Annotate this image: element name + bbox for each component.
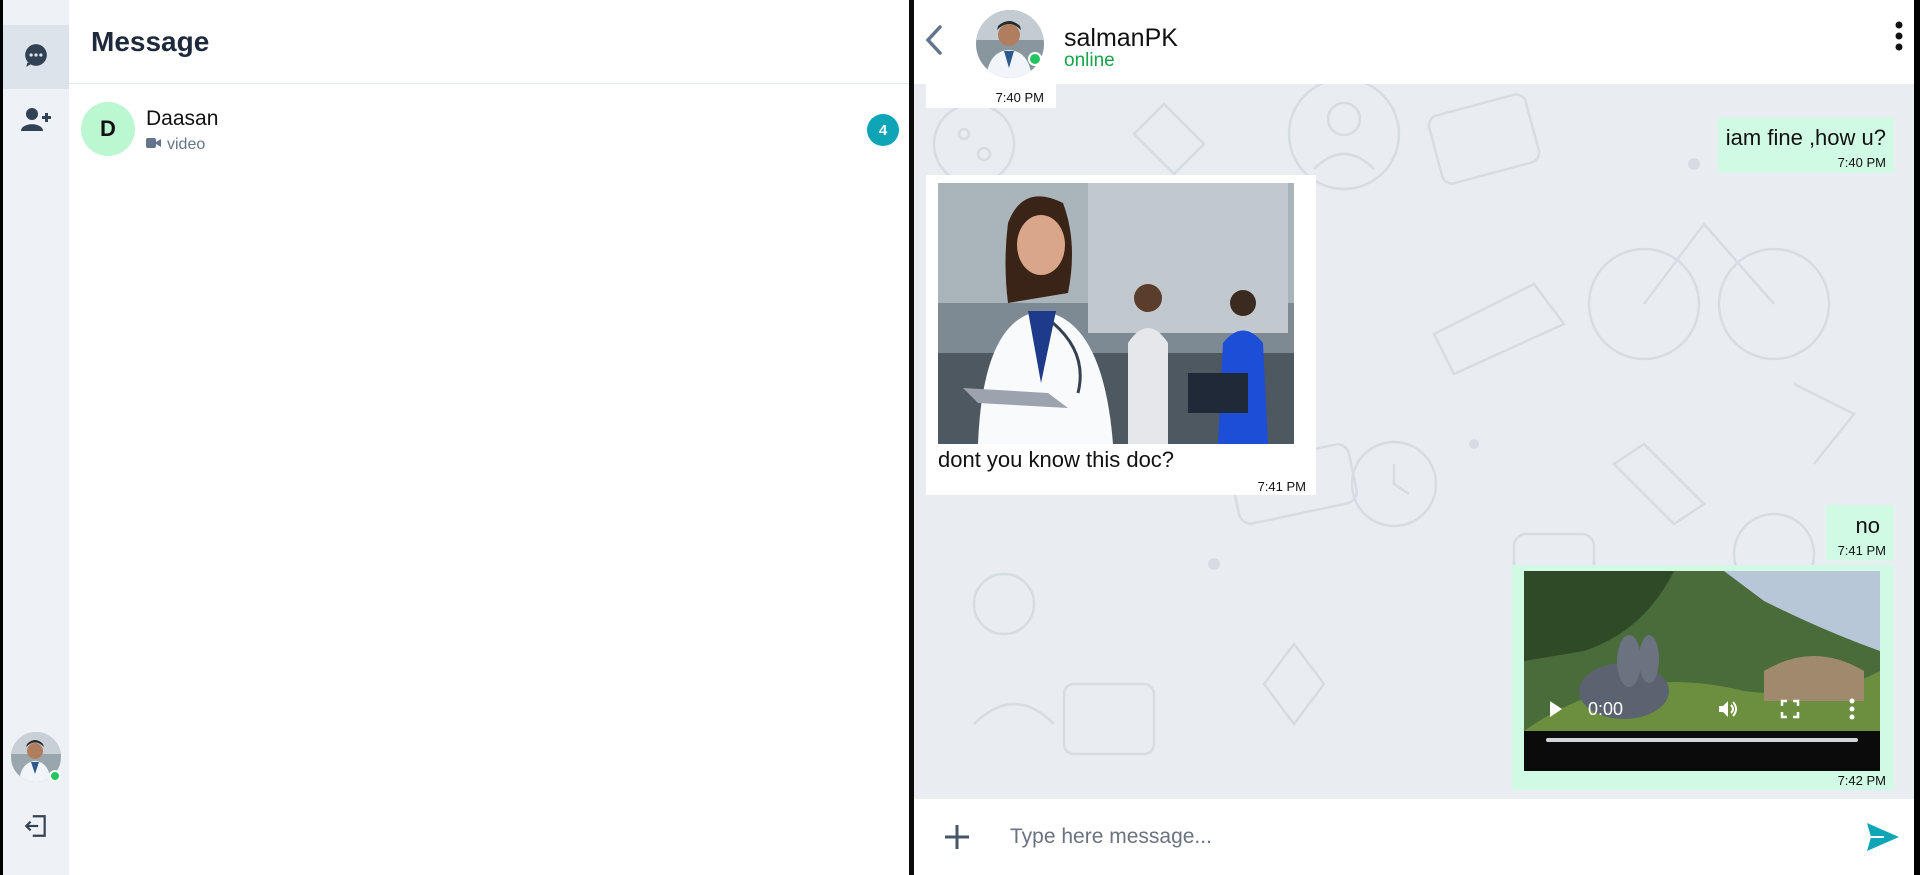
video-icon (146, 136, 161, 154)
message-input[interactable] (1010, 817, 1770, 857)
more-options-icon[interactable] (1894, 20, 1904, 57)
message-outgoing-video[interactable]: 0:00 7:42 PM (1512, 565, 1894, 790)
logout-button[interactable] (3, 796, 69, 860)
preview-text: video (167, 136, 206, 153)
conversation-list-panel: Message D Daasan video 4 (69, 0, 909, 875)
last-message-preview: video (146, 136, 205, 154)
back-icon[interactable] (924, 24, 944, 61)
contact-avatar: D (81, 102, 135, 156)
play-icon[interactable] (1548, 699, 1564, 724)
rail-chats-button[interactable] (3, 25, 69, 89)
conversation-item-daasan[interactable]: D Daasan video 4 (81, 102, 899, 158)
message-time: 7:40 PM (995, 90, 1044, 105)
page-title: Message (91, 25, 210, 57)
message-text: no (1855, 513, 1880, 538)
chat-panel: salmanPK online 7:40 PM iam fine ,how u?… (914, 0, 1914, 875)
add-user-icon (21, 106, 51, 137)
message-time: 7:41 PM (1837, 543, 1886, 558)
video-current-time: 0:00 (1588, 699, 1624, 719)
message-time: 7:41 PM (1257, 479, 1306, 494)
message-outgoing[interactable]: no 7:41 PM (1826, 505, 1894, 561)
send-icon[interactable] (1866, 821, 1900, 858)
message-text: iam fine ,how u? (1725, 125, 1886, 150)
video-progress-bar[interactable] (1546, 738, 1858, 742)
message-incoming-image[interactable]: dont you know this doc? 7:41 PM (926, 175, 1316, 495)
contact-avatar[interactable] (976, 10, 1044, 78)
chat-icon (23, 42, 49, 73)
volume-icon[interactable] (1716, 697, 1740, 726)
chat-header: salmanPK online (914, 0, 1914, 84)
message-time: 7:40 PM (1837, 155, 1886, 170)
rail-add-contact-button[interactable] (3, 89, 69, 153)
attach-plus-icon[interactable] (944, 824, 970, 855)
side-rail (3, 0, 69, 875)
video-more-icon[interactable] (1848, 697, 1856, 726)
my-online-indicator (49, 770, 61, 782)
fullscreen-icon[interactable] (1780, 699, 1800, 724)
contact-online-indicator (1028, 52, 1042, 66)
message-time: 7:42 PM (1837, 773, 1886, 788)
doctor-photo[interactable] (938, 183, 1294, 444)
contact-name: Daasan (146, 107, 219, 130)
logout-icon (23, 813, 49, 844)
unread-badge: 4 (867, 114, 899, 146)
list-header: Message (69, 0, 909, 84)
app-window: Message D Daasan video 4 salmanPK online… (0, 0, 1920, 875)
contact-status: online (1064, 50, 1115, 71)
video-player[interactable]: 0:00 (1524, 571, 1880, 771)
message-outgoing[interactable]: iam fine ,how u? 7:40 PM (1718, 117, 1894, 173)
message-composer (914, 799, 1914, 875)
image-caption: dont you know this doc? (938, 447, 1175, 472)
contact-name: salmanPK (1064, 24, 1178, 52)
